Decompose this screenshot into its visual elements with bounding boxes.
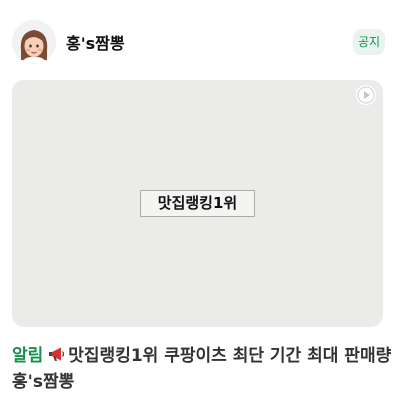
avatar-icon: [12, 20, 56, 64]
notice-tag: 알림: [12, 346, 44, 366]
post-media[interactable]: 맛집랭킹1위: [12, 80, 383, 327]
post-title[interactable]: 알림 맛집랭킹1위 쿠팡이츠 최단 기간 최대 판매량 홍's짬뽕: [12, 343, 392, 395]
post-header: 홍's짬뽕 공지: [0, 0, 408, 80]
notice-badge: 공지: [353, 29, 385, 55]
post-title-text: 맛집랭킹1위 쿠팡이츠 최단 기간 최대 판매량 홍's짬뽕: [12, 346, 392, 392]
media-caption: 맛집랭킹1위: [140, 190, 255, 217]
play-icon[interactable]: [356, 85, 376, 105]
avatar[interactable]: [12, 20, 56, 64]
store-name[interactable]: 홍's짬뽕: [66, 30, 125, 54]
megaphone-icon: [47, 345, 67, 363]
